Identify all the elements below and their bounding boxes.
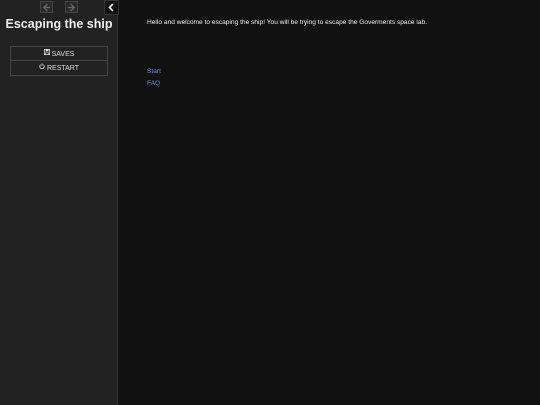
restart-button[interactable]: RESTART <box>10 61 108 76</box>
saves-button[interactable]: SAVES <box>10 46 108 61</box>
sidebar-toggle-button[interactable] <box>104 0 119 15</box>
floppy-disk-icon <box>43 47 50 61</box>
story-menu: SAVES RESTART <box>10 46 108 76</box>
story-sidebar: Escaping the ship SAVES RESTART <box>0 0 119 405</box>
restart-label: RESTART <box>46 64 80 72</box>
faq-link[interactable]: FAQ <box>147 78 161 90</box>
power-icon <box>39 61 45 75</box>
arrow-right-icon <box>67 3 76 12</box>
passage-links: Start FAQ <box>147 66 161 90</box>
history-forward-button[interactable] <box>65 1 78 13</box>
chevron-left-icon <box>108 3 114 12</box>
start-link[interactable]: Start <box>147 66 161 78</box>
story-title: Escaping the ship <box>5 17 113 31</box>
saves-label: SAVES <box>51 50 75 58</box>
arrow-left-icon <box>42 3 51 12</box>
passage-text: Hello and welcome to escaping the ship! … <box>147 19 428 26</box>
history-back-button[interactable] <box>40 1 53 13</box>
